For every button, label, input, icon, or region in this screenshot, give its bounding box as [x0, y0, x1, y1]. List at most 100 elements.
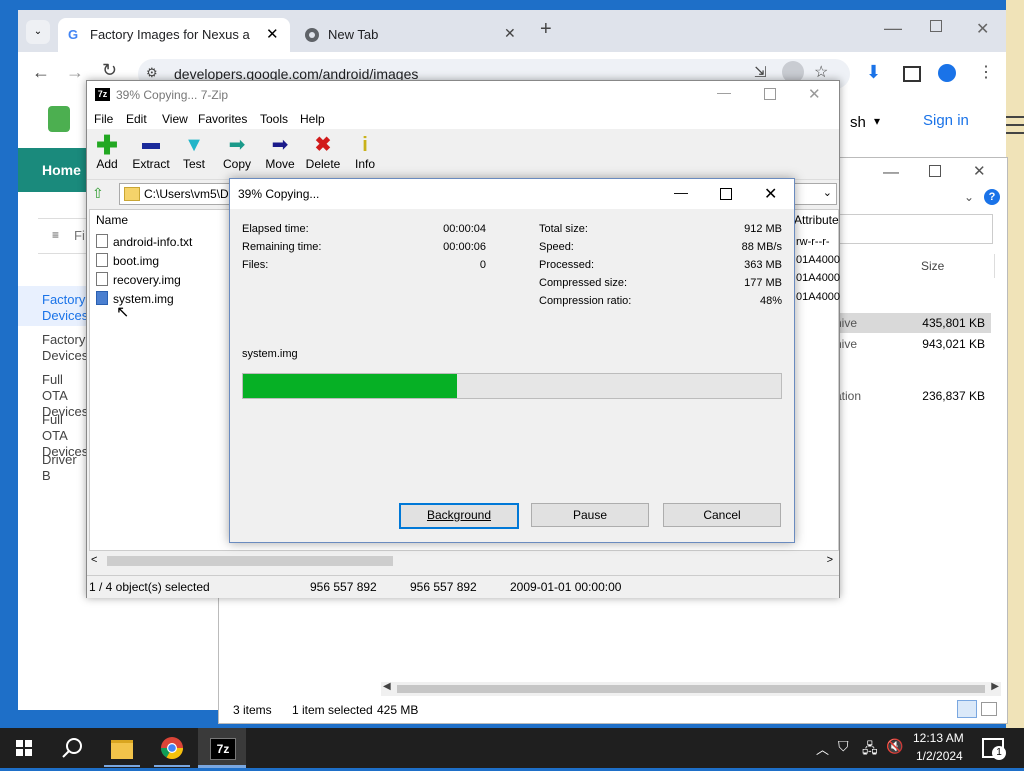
minimize-icon[interactable]: —	[717, 84, 731, 100]
search-box[interactable]	[819, 214, 993, 244]
scroll-left-icon[interactable]: ◀	[383, 681, 391, 692]
background-button[interactable]: Background	[399, 503, 519, 529]
test-label: Test	[182, 157, 205, 171]
taskbar-7zip[interactable]: 7z	[198, 728, 246, 768]
delete-button[interactable]: ✖ Delete	[301, 133, 345, 171]
chevron-up-icon[interactable]: ︿	[816, 739, 829, 758]
list-item[interactable]: system.img	[96, 291, 174, 309]
minimize-icon[interactable]: —	[674, 184, 688, 200]
nav-factory-devices[interactable]: Factory Devices	[42, 332, 88, 364]
menu-edit[interactable]: Edit	[126, 112, 147, 126]
x-icon: ✖	[314, 134, 332, 156]
maximize-icon[interactable]	[720, 188, 732, 200]
security-icon[interactable]: ⛉	[838, 738, 849, 755]
nav-driver-binaries[interactable]: Driver B	[42, 452, 88, 484]
folder-up-icon[interactable]: ⇧	[92, 185, 104, 202]
info-label: Info	[354, 157, 375, 171]
tab-factory-images[interactable]: G Factory Images for Nexus and P ✕	[58, 18, 290, 52]
maximize-icon[interactable]	[764, 88, 776, 100]
taskbar-chrome[interactable]	[148, 728, 196, 768]
list-item[interactable]: recovery.img	[96, 272, 181, 290]
back-arrow-icon[interactable]: ←	[32, 62, 50, 83]
chevron-down-icon[interactable]: ⌄	[964, 190, 974, 204]
scroll-right-icon[interactable]: >	[827, 554, 833, 566]
help-icon[interactable]: ?	[984, 189, 1000, 205]
new-tab-plus-icon[interactable]: +	[540, 18, 552, 41]
chevron-down-icon[interactable]: ▾	[874, 114, 880, 128]
horizontal-scrollbar[interactable]: ◀ ▶	[381, 681, 1001, 696]
column-name[interactable]: Name	[96, 213, 128, 227]
nav-factory-devices[interactable]: Factory Devices	[42, 292, 88, 324]
language-select[interactable]: sh	[850, 114, 866, 131]
horizontal-scrollbar[interactable]: < >	[89, 553, 837, 569]
clock-time[interactable]: 12:13 AM	[913, 731, 964, 745]
side-panel-icon[interactable]	[903, 66, 921, 82]
bookmark-star-icon[interactable]: ☆	[814, 62, 828, 82]
close-window-icon[interactable]: ✕	[976, 19, 989, 39]
tab-close-icon[interactable]: ✕	[504, 25, 516, 42]
start-button[interactable]	[0, 728, 48, 768]
status-bar: 1 / 4 object(s) selected 956 557 892 956…	[87, 575, 839, 598]
android-logo-icon	[48, 106, 70, 132]
menu-help[interactable]: Help	[300, 112, 325, 126]
extract-button[interactable]: Extract	[129, 133, 173, 171]
menu-view[interactable]: View	[162, 112, 188, 126]
details-view-icon[interactable]	[957, 700, 977, 718]
tab-search-button[interactable]: ⌄	[26, 20, 50, 44]
maximize-icon[interactable]	[929, 165, 941, 177]
move-button[interactable]: ➡ Move	[258, 133, 302, 171]
scroll-right-icon[interactable]: ▶	[991, 681, 999, 692]
add-button[interactable]: ✚ Add	[85, 132, 129, 171]
notification-center-icon[interactable]: 1	[982, 738, 1006, 760]
cancel-button[interactable]: Cancel	[663, 503, 781, 527]
speed-label: Speed:	[539, 241, 574, 253]
info-button[interactable]: i Info	[343, 133, 387, 171]
status-selection: 1 / 4 object(s) selected	[89, 580, 210, 594]
file-icon	[96, 253, 108, 267]
taskbar-file-explorer[interactable]	[98, 728, 146, 768]
menu-file[interactable]: File	[94, 112, 113, 126]
site-info-icon[interactable]: ⚙	[146, 65, 158, 81]
processed-value: 363 MB	[744, 259, 782, 271]
menu-tools[interactable]: Tools	[260, 112, 288, 126]
test-button[interactable]: ▼ Test	[172, 133, 216, 171]
forward-arrow-icon[interactable]: →	[66, 62, 84, 83]
scroll-thumb[interactable]	[397, 685, 985, 693]
close-dialog-icon[interactable]: ✕	[764, 184, 777, 204]
scroll-thumb[interactable]	[107, 556, 393, 566]
clock-date[interactable]: 1/2/2024	[916, 749, 963, 763]
toolbar: ✚ Add Extract ▼ Test ➡ Copy ➡ Move ✖ Del…	[87, 129, 839, 180]
reload-icon[interactable]: ↻	[102, 60, 117, 81]
tab-new-tab[interactable]: New Tab ✕	[298, 18, 524, 52]
column-attributes[interactable]: Attribute	[794, 213, 839, 227]
home-link[interactable]: Home	[42, 162, 81, 178]
list-item[interactable]: boot.img	[96, 253, 159, 271]
pause-label: Pause	[572, 508, 608, 522]
copy-button[interactable]: ➡ Copy	[215, 133, 259, 171]
download-icon[interactable]: ⬇	[866, 62, 881, 83]
files-label: Files:	[242, 259, 269, 271]
menu-favorites[interactable]: Favorites	[198, 112, 247, 126]
status-packed: 956 557 892	[410, 580, 477, 594]
large-icons-view-icon[interactable]	[981, 702, 997, 716]
pause-button[interactable]: Pause	[531, 503, 649, 527]
scroll-left-icon[interactable]: <	[91, 554, 97, 566]
install-icon[interactable]: ⇲	[754, 63, 767, 81]
menu-kebab-icon[interactable]: ⋮	[978, 62, 994, 82]
minimize-icon[interactable]: —	[883, 164, 899, 182]
profile-avatar-icon[interactable]	[938, 64, 956, 82]
search-button[interactable]	[48, 728, 96, 768]
minimize-icon[interactable]: —	[884, 18, 902, 39]
close-window-icon[interactable]: ✕	[808, 85, 821, 103]
list-item[interactable]: android-info.txt	[96, 234, 192, 252]
7zip-logo-icon: 7z	[95, 88, 110, 101]
close-window-icon[interactable]: ✕	[973, 162, 986, 180]
chevron-down-icon[interactable]: ⌄	[823, 186, 832, 199]
network-icon[interactable]: 🖧	[862, 738, 878, 762]
sign-in-link[interactable]: Sign in	[923, 112, 969, 129]
volume-muted-icon[interactable]: 🔇	[886, 738, 903, 755]
maximize-icon[interactable]	[930, 20, 942, 32]
column-size[interactable]: Size	[921, 259, 944, 273]
tab-close-icon[interactable]: ✕	[266, 25, 279, 43]
status-items: 3 items	[233, 703, 272, 717]
